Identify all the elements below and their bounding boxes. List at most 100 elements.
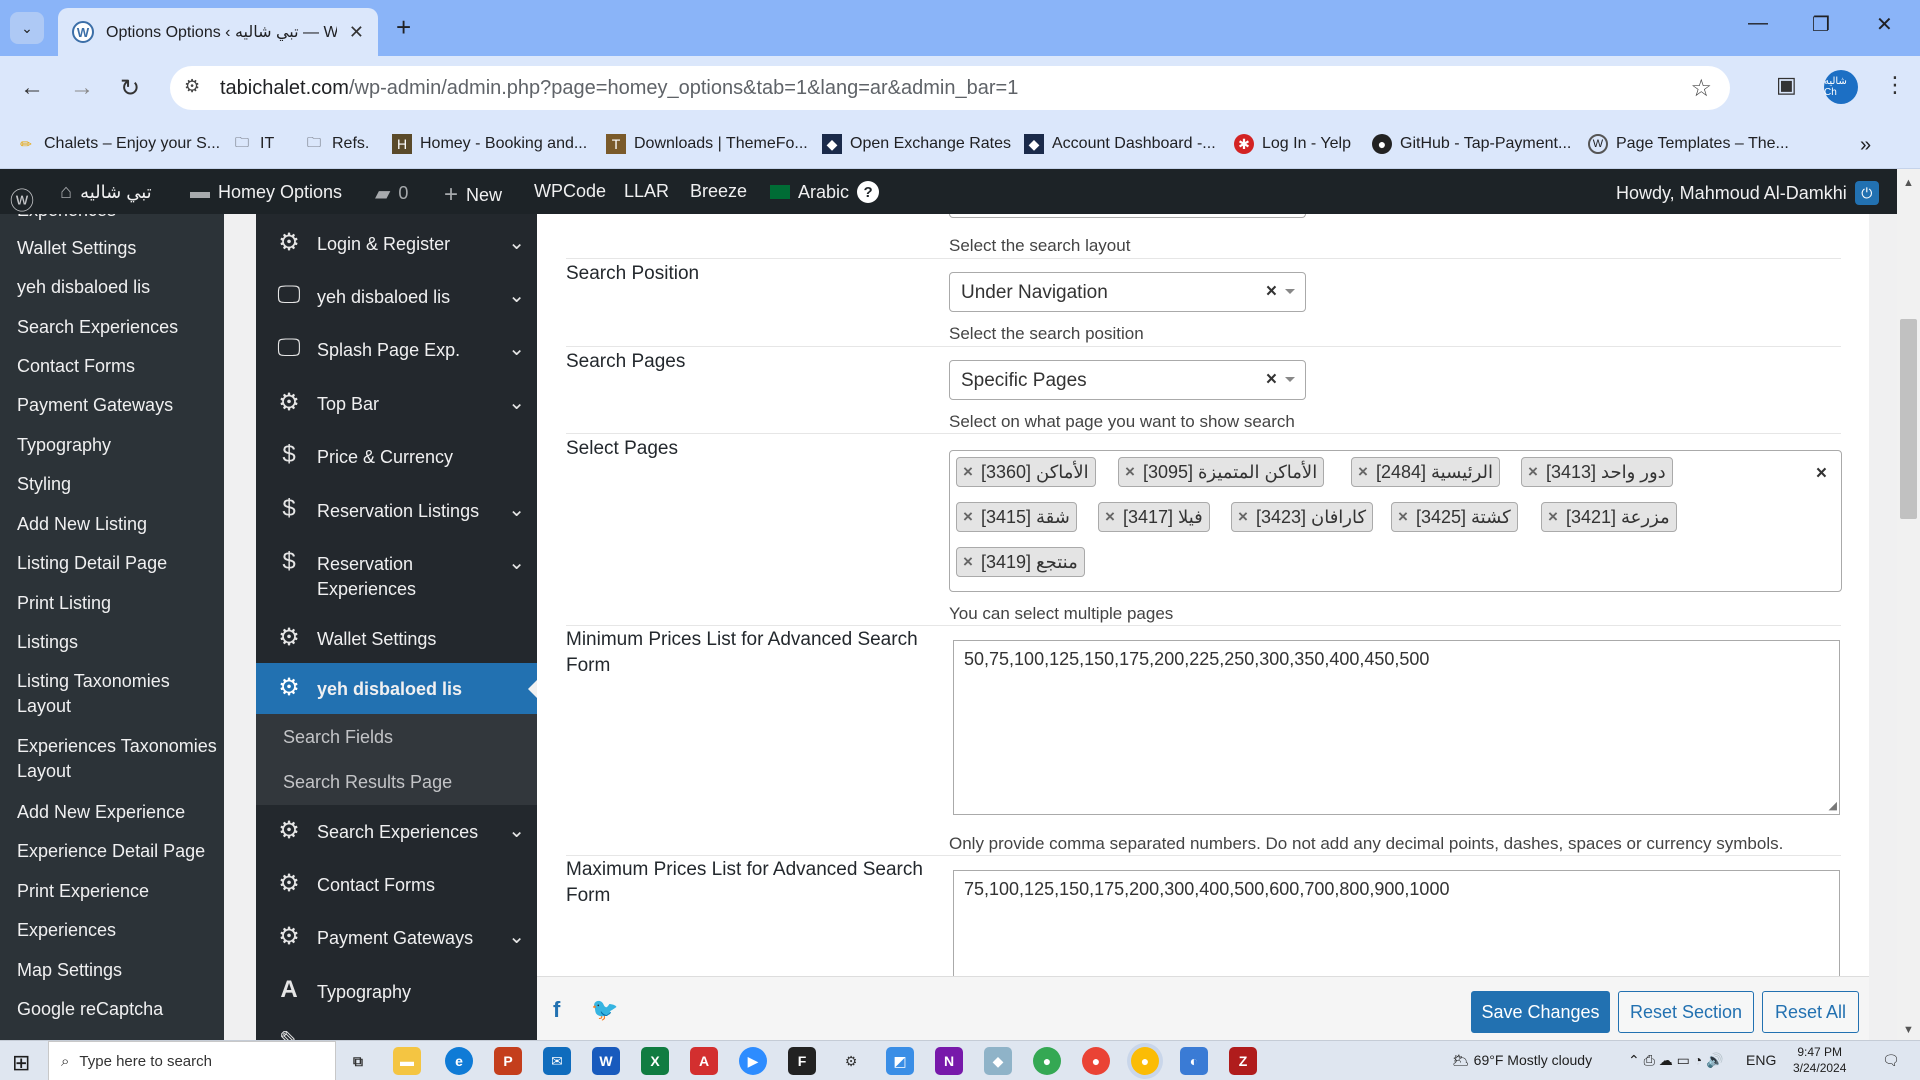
edge-icon[interactable]: e xyxy=(445,1047,473,1075)
options-nav-reservation-experiences[interactable]: $ Reservation Experiences ⌄ xyxy=(256,544,537,604)
weather-widget[interactable]: 🌥 69°F Mostly cloudy xyxy=(1452,1052,1592,1069)
options-nav-contact-forms[interactable]: ⚙ Contact Forms xyxy=(256,865,537,905)
bookmark-item[interactable]: ● GitHub - Tap-Payment... xyxy=(1372,134,1571,154)
bookmark-item[interactable]: T Downloads | ThemeFo... xyxy=(606,134,808,154)
file-explorer-icon[interactable]: ▬ xyxy=(393,1047,421,1075)
options-nav-typography[interactable]: A Typography xyxy=(256,972,537,1012)
reload-button[interactable]: ↻ xyxy=(120,74,140,103)
app-icon[interactable]: ◆ xyxy=(984,1047,1012,1075)
options-nav-login-register[interactable]: ⚙ Login & Register ⌄ xyxy=(256,224,537,264)
minimize-button[interactable]: — xyxy=(1748,12,1768,35)
browser-menu-icon[interactable]: ⋮ xyxy=(1884,72,1906,98)
word-icon[interactable]: W xyxy=(592,1047,620,1075)
sidebar-item[interactable]: Listing Detail Page xyxy=(17,551,217,576)
bookmark-item[interactable]: ✏ Chalets – Enjoy your S... xyxy=(16,134,220,154)
sidebar-item[interactable]: Typography xyxy=(17,433,217,458)
options-nav-yeh-disbaloed[interactable]: 🖵 yeh disbaloed lis ⌄ xyxy=(256,277,537,317)
bookmark-item[interactable]: W Page Templates – The... xyxy=(1588,134,1789,154)
bookmark-folder[interactable]: 🗀 Refs. xyxy=(304,134,369,154)
profile-avatar[interactable]: شاليه Ch xyxy=(1824,70,1858,104)
chrome-icon[interactable]: ● xyxy=(1033,1047,1061,1075)
page-scrollbar[interactable]: ▲ ▼ xyxy=(1897,169,1920,1040)
language-indicator[interactable]: ENG xyxy=(1746,1052,1776,1068)
facebook-icon[interactable]: f xyxy=(553,997,560,1023)
twitter-icon[interactable]: 🐦 xyxy=(591,997,618,1023)
options-nav-payment-gateways[interactable]: ⚙ Payment Gateways ⌄ xyxy=(256,918,537,958)
forward-button[interactable]: → xyxy=(70,74,94,102)
options-nav-search-experiences[interactable]: ⚙ Search Experiences ⌄ xyxy=(256,812,537,852)
new-content-link[interactable]: + New xyxy=(444,181,502,209)
options-nav-top-bar[interactable]: ⚙ Top Bar ⌄ xyxy=(256,384,537,424)
bookmark-item[interactable]: ◆ Open Exchange Rates xyxy=(822,134,1011,154)
page-chip[interactable]: × دور واحد [3413] xyxy=(1521,457,1673,487)
sidebar-item[interactable]: Listings xyxy=(17,630,217,655)
page-chip[interactable]: × منتجع [3419] xyxy=(956,547,1085,577)
site-name-link[interactable]: ⌂ تبي شاليه xyxy=(60,181,152,204)
more-bookmarks-icon[interactable]: » xyxy=(1860,134,1871,157)
sidebar-item[interactable]: Experiences xyxy=(17,214,217,223)
wpcode-link[interactable]: WPCode xyxy=(534,181,606,202)
sidebar-item[interactable]: yeh disbaloed lis xyxy=(17,275,217,300)
page-chip[interactable]: × الأماكن المتميزة [3095] xyxy=(1118,457,1325,487)
close-window-button[interactable]: ✕ xyxy=(1876,12,1893,37)
page-chip[interactable]: × كشتة [3425] xyxy=(1391,502,1518,532)
max-prices-textarea[interactable]: 75,100,125,150,175,200,300,400,500,600,7… xyxy=(953,870,1840,976)
site-info-icon[interactable]: ⚙ xyxy=(184,76,208,100)
zoom-icon[interactable]: ▶ xyxy=(739,1047,767,1075)
taskbar-search-box[interactable]: ⌕ Type here to search xyxy=(48,1041,336,1080)
options-nav-price-currency[interactable]: $ Price & Currency xyxy=(256,437,537,477)
bookmark-item[interactable]: ◆ Account Dashboard -... xyxy=(1024,134,1216,154)
sidebar-item[interactable]: Experience Detail Page xyxy=(17,839,217,864)
browser-tab-active[interactable]: W Options Options ‹ تبي شاليه — Wo ✕ xyxy=(58,8,378,56)
notifications-icon[interactable]: 🗨 xyxy=(1882,1052,1900,1069)
submenu-search-results-page[interactable]: Search Results Page xyxy=(283,772,452,793)
bookmark-item[interactable]: H Homey - Booking and... xyxy=(392,134,587,154)
comments-link[interactable]: ▰ 0 xyxy=(375,181,408,206)
options-nav-partial[interactable]: ✎ xyxy=(256,1026,537,1040)
page-chip[interactable]: × الأماكن [3360] xyxy=(956,457,1096,487)
sidebar-item[interactable]: Print Listing xyxy=(17,591,217,616)
tab-close-icon[interactable]: ✕ xyxy=(349,22,364,43)
side-panel-icon[interactable]: ▣ xyxy=(1776,72,1797,98)
sidebar-item[interactable]: Add New Listing xyxy=(17,512,217,537)
sidebar-item[interactable]: Map Settings xyxy=(17,958,217,983)
sidebar-item[interactable]: Payment Gateways xyxy=(17,393,217,418)
llar-link[interactable]: LLAR xyxy=(624,181,669,202)
tab-search-button[interactable]: ⌄ xyxy=(10,12,44,44)
save-changes-button[interactable]: Save Changes xyxy=(1471,991,1610,1033)
taskbar-clock[interactable]: 9:47 PM 3/24/2024 xyxy=(1793,1044,1846,1076)
omnibox[interactable]: ⚙ tabichalet.com/wp-admin/admin.php?page… xyxy=(170,66,1730,110)
photos-icon[interactable]: ◩ xyxy=(886,1047,914,1075)
url-text[interactable]: tabichalet.com/wp-admin/admin.php?page=h… xyxy=(220,77,1018,100)
page-chip[interactable]: × كارافان [3423] xyxy=(1231,502,1374,532)
sidebar-item[interactable]: Wallet Settings xyxy=(17,236,217,261)
select-pages-multiselect[interactable]: × الأماكن [3360] × الأماكن المتميزة [3095]… xyxy=(949,450,1842,592)
options-nav-yeh-disbaloed-active[interactable]: ⚙ yeh disbaloed lis xyxy=(256,663,537,715)
sidebar-item[interactable]: Search Experiences xyxy=(17,315,217,340)
back-button[interactable]: ← xyxy=(20,74,44,102)
min-prices-textarea[interactable]: 50,75,100,125,150,175,200,225,250,300,35… xyxy=(953,640,1840,815)
tray-icons[interactable]: ⌃ ⎙ ☁ ▭ ◔ 🔊 xyxy=(1628,1052,1724,1069)
page-chip[interactable]: × شقة [3415] xyxy=(956,502,1077,532)
language-switcher[interactable]: Arabic? xyxy=(770,181,880,203)
reset-all-button[interactable]: Reset All xyxy=(1762,991,1859,1033)
options-nav-reservation-listings[interactable]: $ Reservation Listings ⌄ xyxy=(256,491,537,531)
sidebar-item[interactable]: Add New Experience xyxy=(17,800,217,825)
search-position-select[interactable]: Under Navigation × xyxy=(949,272,1306,312)
breeze-link[interactable]: Breeze xyxy=(690,181,747,202)
page-chip[interactable]: × مزرعة [3421] xyxy=(1541,502,1677,532)
user-account-link[interactable]: Howdy, Mahmoud Al-Damkhi ⏻ xyxy=(1616,181,1879,205)
sidebar-item[interactable]: Experiences Taxonomies Layout xyxy=(17,734,217,784)
flag-app-icon[interactable]: F xyxy=(788,1047,816,1075)
chrome-profile-icon[interactable]: ● xyxy=(1082,1047,1110,1075)
sidebar-item[interactable]: Print Experience xyxy=(17,879,217,904)
submenu-search-fields[interactable]: Search Fields xyxy=(283,727,393,748)
bookmark-star-icon[interactable]: ☆ xyxy=(1690,74,1712,103)
sidebar-item[interactable]: Google reCaptcha xyxy=(17,997,217,1022)
search-layout-select[interactable] xyxy=(949,214,1306,218)
sidebar-item[interactable]: Styling xyxy=(17,472,217,497)
reset-section-button[interactable]: Reset Section xyxy=(1618,991,1754,1033)
homey-options-link[interactable]: ▬ Homey Options xyxy=(190,181,342,204)
sidebar-item[interactable]: Contact Forms xyxy=(17,354,217,379)
windows-start-icon[interactable]: ⊞ xyxy=(12,1050,30,1076)
